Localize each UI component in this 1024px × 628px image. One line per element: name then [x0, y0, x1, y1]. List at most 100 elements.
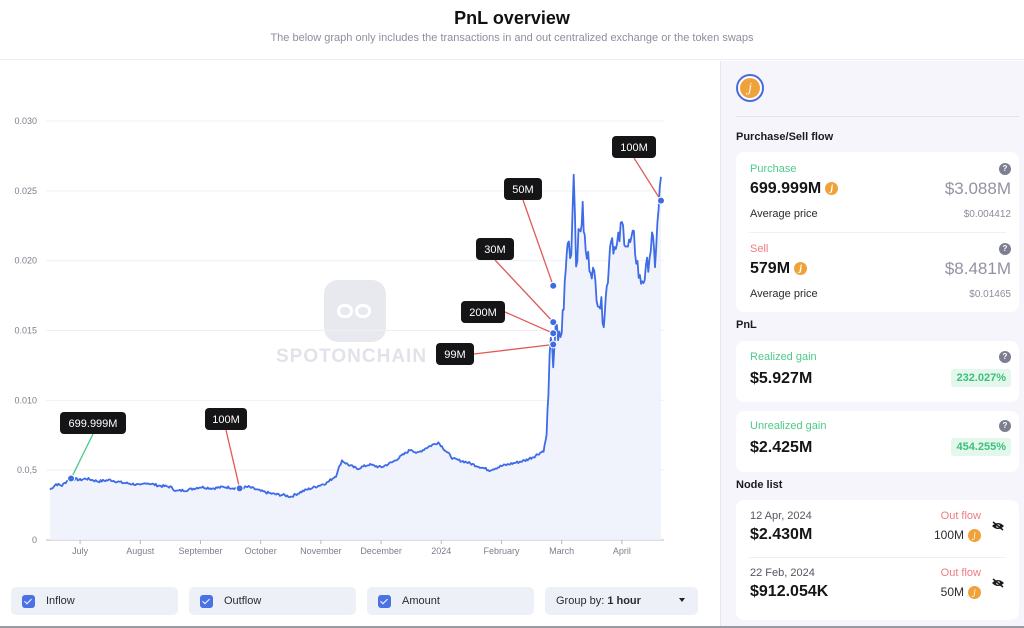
annotation-text: 200M [469, 307, 497, 319]
annotation-point [656, 196, 665, 205]
node-amount-row: 100M j [933, 528, 981, 543]
annotation-point [549, 318, 558, 327]
y-tick-label: 0.010 [14, 395, 37, 405]
node-list-card: 12 Apr, 2024 $2.430M Out flow 100M j 22 F… [736, 500, 1019, 620]
area-fill [50, 174, 661, 541]
divider [736, 116, 1019, 117]
x-tick-label: February [483, 546, 520, 556]
annotation-point [67, 474, 76, 483]
purchase-amount-row: 699.999M j [750, 180, 839, 198]
annotation-label[interactable]: 50M [504, 178, 542, 200]
annotation-connector [225, 429, 241, 489]
outflow-toggle[interactable]: Outflow [189, 587, 356, 615]
annotation-point [549, 340, 558, 349]
purchase-value: $3.088M [944, 179, 1011, 198]
node-flow-type: Out flow [940, 510, 981, 522]
series-area [50, 174, 661, 541]
outflow-checkbox[interactable] [200, 594, 213, 608]
unrealized-gain-pct-badge: 454.255% [951, 438, 1011, 456]
amount-checkbox[interactable] [378, 594, 391, 608]
node-value: $2.430M [750, 526, 813, 543]
outflow-label: Outflow [224, 595, 262, 607]
inflow-toggle[interactable]: Inflow [11, 587, 178, 615]
annotation-label[interactable]: 200M [461, 301, 505, 323]
annotation-point [549, 329, 558, 338]
y-tick-label: 0.020 [14, 256, 37, 266]
x-axis: July August September October November Decemb… [46, 539, 664, 556]
token-icon: j [825, 182, 839, 196]
purchase-amount: 699.999M [750, 180, 822, 197]
caret-down-icon [679, 598, 685, 602]
inflow-label: Inflow [46, 595, 75, 607]
side-panel: j Purchase/Sell flow Purchase ? 699.999M… [720, 61, 1024, 626]
realized-gain-value: $5.927M [750, 370, 813, 387]
node-flow-type: Out flow [940, 567, 981, 579]
purchase-avg-label: Average price [750, 208, 818, 220]
purchase-sell-card: Purchase ? 699.999M j $3.088M Average pri… [736, 152, 1019, 312]
x-tick-label: December [360, 546, 402, 556]
page-header: PnL overview The below graph only includ… [0, 0, 1024, 60]
x-tick-label: November [300, 546, 342, 556]
annotation-label[interactable]: 100M [205, 408, 247, 430]
sell-avg-price: $0.01465 [969, 289, 1011, 300]
annotation-text: 100M [620, 142, 648, 154]
hide-eye-icon[interactable] [991, 521, 1005, 531]
x-tick-label: September [178, 546, 222, 556]
token-icon: j [968, 529, 981, 543]
hide-eye-icon[interactable] [991, 578, 1005, 588]
node-amount: 50M [940, 585, 964, 599]
page-subtitle: The below graph only includes the transa… [270, 32, 754, 44]
y-tick-label: 0 [32, 535, 37, 545]
annotation-label[interactable]: 99M [436, 343, 474, 365]
x-tick-label: October [245, 546, 277, 556]
group-by-select[interactable]: Group by: 1 hour [545, 587, 698, 615]
x-tick-label: 2024 [431, 546, 451, 556]
node-date: 22 Feb, 2024 [750, 567, 815, 579]
token-icon: j [968, 586, 981, 600]
help-icon[interactable]: ? [999, 420, 1011, 432]
group-by-label: Group by: [556, 595, 605, 607]
realized-gain-label: Realized gain [750, 351, 817, 363]
sell-amount-row: 579M j [750, 260, 808, 278]
help-icon[interactable]: ? [999, 243, 1011, 255]
sell-avg-label: Average price [750, 288, 818, 300]
sell-amount: 579M [750, 260, 791, 277]
purchase-label: Purchase [750, 163, 797, 175]
chart-controls: Inflow Outflow Amount Group by: 1 hour [0, 587, 720, 615]
pnl-line-chart[interactable]: 0 0.0,5 0.010 0.015 0.020 0.025 0.030 July Augu… [0, 61, 720, 588]
annotation-text: 99M [444, 349, 465, 361]
amount-toggle[interactable]: Amount [367, 587, 534, 615]
y-tick-label: 0.025 [14, 186, 37, 196]
node-amount-row: 50M j [940, 585, 981, 600]
node-list-item[interactable]: 12 Apr, 2024 $2.430M Out flow 100M j [736, 500, 1019, 557]
annotation-connector [473, 343, 554, 355]
x-tick-label: March [549, 546, 574, 556]
annotation-connector [633, 157, 662, 201]
node-list-item[interactable]: 22 Feb, 2024 $912.054K Out flow 50M j [736, 558, 1019, 615]
annotation-text: 50M [512, 184, 533, 196]
sell-label: Sell [750, 243, 769, 255]
y-axis: 0 0.0,5 0.010 0.015 0.020 0.025 0.030 [14, 116, 37, 545]
x-tick-label: July [72, 546, 89, 556]
inflow-checkbox[interactable] [22, 594, 35, 608]
chart-area: SPOTONCHAIN 0 0.0,5 0.010 0.015 0.020 0.025 0.… [0, 61, 720, 628]
annotation-label[interactable]: 100M [612, 136, 656, 158]
token-icon: j [794, 262, 808, 276]
purchase-avg-price: $0.004412 [963, 209, 1011, 220]
help-icon[interactable]: ? [999, 351, 1011, 363]
unrealized-gain-value: $2.425M [750, 439, 813, 456]
annotation-text: 100M [212, 414, 240, 426]
node-amount: 100M [933, 528, 964, 542]
y-tick-label: 0.030 [14, 116, 37, 126]
y-tick-label: 0.0,5 [17, 465, 37, 475]
x-tick-label: April [613, 546, 631, 556]
annotation-text: 30M [484, 244, 505, 256]
annotation-point [549, 281, 558, 290]
annotation-label[interactable]: 30M [476, 238, 514, 260]
annotation-connector [70, 433, 94, 479]
realized-gain-card: Realized gain ? $5.927M 232.027% [736, 341, 1019, 402]
node-date: 12 Apr, 2024 [750, 510, 812, 522]
help-icon[interactable]: ? [999, 163, 1011, 175]
annotation-point [235, 484, 244, 493]
annotation-label[interactable]: 699.999M [60, 412, 126, 434]
